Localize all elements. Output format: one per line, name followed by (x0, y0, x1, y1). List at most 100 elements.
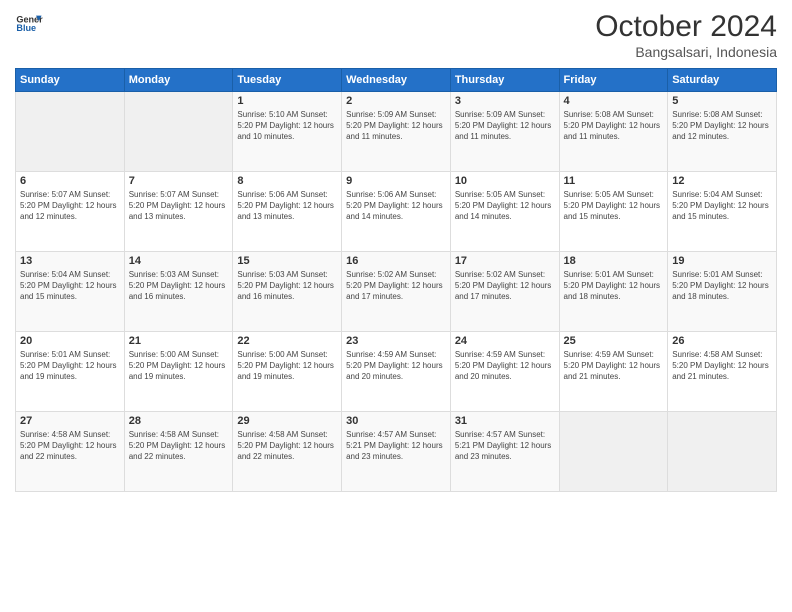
day-info: Sunrise: 5:02 AM Sunset: 5:20 PM Dayligh… (455, 269, 555, 303)
month-title: October 2024 (595, 10, 777, 44)
day-info: Sunrise: 5:09 AM Sunset: 5:20 PM Dayligh… (346, 109, 446, 143)
col-sunday: Sunday (16, 69, 125, 92)
day-info: Sunrise: 5:03 AM Sunset: 5:20 PM Dayligh… (129, 269, 229, 303)
day-info: Sunrise: 5:04 AM Sunset: 5:20 PM Dayligh… (672, 189, 772, 223)
calendar-cell: 13 Sunrise: 5:04 AM Sunset: 5:20 PM Dayli… (16, 252, 125, 332)
calendar-container: General Blue October 2024 Bangsalsari, I… (0, 0, 792, 612)
calendar-cell: 12Sunrise: 5:04 AM Sunset: 5:20 PM Dayli… (668, 172, 777, 252)
day-number: 3 (455, 95, 555, 107)
day-info: Sunrise: 4:59 AM Sunset: 5:20 PM Dayligh… (346, 349, 446, 383)
calendar-cell: 29 Sunrise: 4:58 AM Sunset: 5:20 PM Dayli… (233, 412, 342, 492)
day-info: Sunrise: 4:58 AM Sunset: 5:20 PM Dayligh… (20, 429, 120, 463)
day-info: Sunrise: 5:04 AM Sunset: 5:20 PM Dayligh… (20, 269, 120, 303)
day-info: Sunrise: 4:58 AM Sunset: 5:20 PM Dayligh… (672, 349, 772, 383)
day-number: 19 (672, 255, 772, 267)
day-number: 29 (237, 415, 337, 427)
calendar-week-row: 20 Sunrise: 5:01 AM Sunset: 5:20 PM Dayli… (16, 332, 777, 412)
calendar-cell: 11 Sunrise: 5:05 AM Sunset: 5:20 PM Dayli… (559, 172, 668, 252)
day-info: Sunrise: 5:09 AM Sunset: 5:20 PM Dayligh… (455, 109, 555, 143)
calendar-cell: 22 Sunrise: 5:00 AM Sunset: 5:20 PM Dayli… (233, 332, 342, 412)
calendar-cell: 1 Sunrise: 5:10 AM Sunset: 5:20 PM Daylig… (233, 92, 342, 172)
day-number: 15 (237, 255, 337, 267)
day-info: Sunrise: 5:06 AM Sunset: 5:20 PM Dayligh… (346, 189, 446, 223)
day-number: 26 (672, 335, 772, 347)
calendar-cell (559, 412, 668, 492)
calendar-cell: 18Sunrise: 5:01 AM Sunset: 5:20 PM Dayli… (559, 252, 668, 332)
day-number: 17 (455, 255, 555, 267)
header: General Blue October 2024 Bangsalsari, I… (15, 10, 777, 60)
day-number: 10 (455, 175, 555, 187)
day-number: 20 (20, 335, 120, 347)
day-info: Sunrise: 5:07 AM Sunset: 5:20 PM Dayligh… (20, 189, 120, 223)
day-number: 13 (20, 255, 120, 267)
day-number: 28 (129, 415, 229, 427)
day-number: 8 (237, 175, 337, 187)
col-friday: Friday (559, 69, 668, 92)
calendar-cell: 6Sunrise: 5:07 AM Sunset: 5:20 PM Daylig… (16, 172, 125, 252)
day-info: Sunrise: 5:07 AM Sunset: 5:20 PM Dayligh… (129, 189, 229, 223)
day-number: 21 (129, 335, 229, 347)
day-info: Sunrise: 4:59 AM Sunset: 5:20 PM Dayligh… (564, 349, 664, 383)
day-number: 25 (564, 335, 664, 347)
calendar-cell (124, 92, 233, 172)
day-info: Sunrise: 5:01 AM Sunset: 5:20 PM Dayligh… (672, 269, 772, 303)
calendar-cell: 31Sunrise: 4:57 AM Sunset: 5:21 PM Dayli… (450, 412, 559, 492)
calendar-cell: 21Sunrise: 5:00 AM Sunset: 5:20 PM Dayli… (124, 332, 233, 412)
day-info: Sunrise: 5:05 AM Sunset: 5:20 PM Dayligh… (564, 189, 664, 223)
location: Bangsalsari, Indonesia (595, 44, 777, 60)
calendar-cell: 30Sunrise: 4:57 AM Sunset: 5:21 PM Dayli… (342, 412, 451, 492)
day-number: 14 (129, 255, 229, 267)
day-number: 31 (455, 415, 555, 427)
calendar-cell: 7 Sunrise: 5:07 AM Sunset: 5:20 PM Daylig… (124, 172, 233, 252)
day-info: Sunrise: 5:05 AM Sunset: 5:20 PM Dayligh… (455, 189, 555, 223)
calendar-cell: 14 Sunrise: 5:03 AM Sunset: 5:20 PM Dayli… (124, 252, 233, 332)
day-info: Sunrise: 5:01 AM Sunset: 5:20 PM Dayligh… (20, 349, 120, 383)
calendar-week-row: 13 Sunrise: 5:04 AM Sunset: 5:20 PM Dayli… (16, 252, 777, 332)
svg-text:Blue: Blue (16, 23, 36, 33)
logo-icon: General Blue (15, 10, 43, 38)
day-number: 5 (672, 95, 772, 107)
col-wednesday: Wednesday (342, 69, 451, 92)
day-number: 7 (129, 175, 229, 187)
title-block: October 2024 Bangsalsari, Indonesia (595, 10, 777, 60)
calendar-cell: 2 Sunrise: 5:09 AM Sunset: 5:20 PM Daylig… (342, 92, 451, 172)
calendar-cell: 23Sunrise: 4:59 AM Sunset: 5:20 PM Dayli… (342, 332, 451, 412)
day-info: Sunrise: 5:00 AM Sunset: 5:20 PM Dayligh… (237, 349, 337, 383)
day-info: Sunrise: 5:10 AM Sunset: 5:20 PM Dayligh… (237, 109, 337, 143)
day-number: 18 (564, 255, 664, 267)
day-number: 22 (237, 335, 337, 347)
calendar-cell: 25 Sunrise: 4:59 AM Sunset: 5:20 PM Dayli… (559, 332, 668, 412)
col-tuesday: Tuesday (233, 69, 342, 92)
day-number: 11 (564, 175, 664, 187)
calendar-week-row: 1 Sunrise: 5:10 AM Sunset: 5:20 PM Daylig… (16, 92, 777, 172)
col-monday: Monday (124, 69, 233, 92)
logo: General Blue (15, 10, 43, 38)
calendar-week-row: 6Sunrise: 5:07 AM Sunset: 5:20 PM Daylig… (16, 172, 777, 252)
day-info: Sunrise: 5:06 AM Sunset: 5:20 PM Dayligh… (237, 189, 337, 223)
day-number: 2 (346, 95, 446, 107)
day-info: Sunrise: 5:02 AM Sunset: 5:20 PM Dayligh… (346, 269, 446, 303)
calendar-cell (668, 412, 777, 492)
day-number: 1 (237, 95, 337, 107)
calendar-cell: 19 Sunrise: 5:01 AM Sunset: 5:20 PM Dayli… (668, 252, 777, 332)
day-info: Sunrise: 4:58 AM Sunset: 5:20 PM Dayligh… (237, 429, 337, 463)
calendar-cell: 15 Sunrise: 5:03 AM Sunset: 5:20 PM Dayli… (233, 252, 342, 332)
day-number: 4 (564, 95, 664, 107)
calendar-cell: 5Sunrise: 5:08 AM Sunset: 5:20 PM Daylig… (668, 92, 777, 172)
calendar-cell: 20 Sunrise: 5:01 AM Sunset: 5:20 PM Dayli… (16, 332, 125, 412)
calendar-week-row: 27 Sunrise: 4:58 AM Sunset: 5:20 PM Dayli… (16, 412, 777, 492)
calendar-cell (16, 92, 125, 172)
calendar-cell: 28 Sunrise: 4:58 AM Sunset: 5:20 PM Dayli… (124, 412, 233, 492)
calendar-cell: 26 Sunrise: 4:58 AM Sunset: 5:20 PM Dayli… (668, 332, 777, 412)
day-info: Sunrise: 4:58 AM Sunset: 5:20 PM Dayligh… (129, 429, 229, 463)
calendar-cell: 10 Sunrise: 5:05 AM Sunset: 5:20 PM Dayli… (450, 172, 559, 252)
day-info: Sunrise: 5:03 AM Sunset: 5:20 PM Dayligh… (237, 269, 337, 303)
day-number: 16 (346, 255, 446, 267)
day-number: 27 (20, 415, 120, 427)
day-info: Sunrise: 4:59 AM Sunset: 5:20 PM Dayligh… (455, 349, 555, 383)
header-row: Sunday Monday Tuesday Wednesday Thursday… (16, 69, 777, 92)
calendar-cell: 27 Sunrise: 4:58 AM Sunset: 5:20 PM Dayli… (16, 412, 125, 492)
day-info: Sunrise: 5:08 AM Sunset: 5:20 PM Dayligh… (564, 109, 664, 143)
calendar-cell: 4 Sunrise: 5:08 AM Sunset: 5:20 PM Daylig… (559, 92, 668, 172)
calendar-cell: 16 Sunrise: 5:02 AM Sunset: 5:20 PM Dayli… (342, 252, 451, 332)
